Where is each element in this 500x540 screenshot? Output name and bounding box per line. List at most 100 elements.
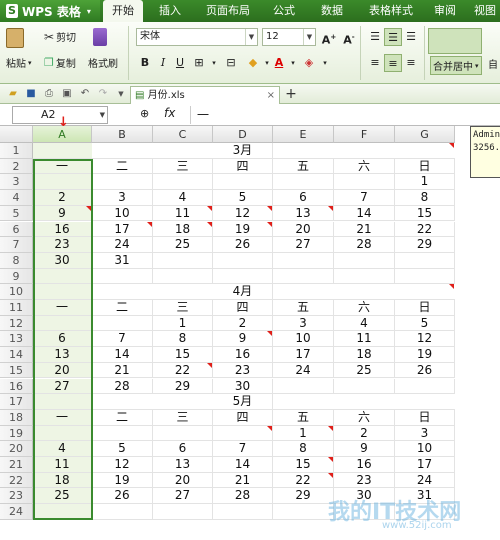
row-header[interactable]: 22	[0, 472, 33, 489]
save-icon[interactable]: ■	[24, 87, 38, 101]
table-cell[interactable]	[153, 143, 213, 159]
table-cell[interactable]: 28	[92, 378, 153, 395]
column-header-e[interactable]: E	[273, 126, 334, 143]
row-header[interactable]: 2	[0, 158, 33, 175]
table-cell[interactable]: 二	[92, 409, 153, 426]
table-cell[interactable]: 24	[92, 237, 153, 253]
table-cell[interactable]: 三	[153, 300, 213, 316]
table-cell[interactable]: 23	[33, 237, 92, 253]
table-cell[interactable]	[153, 268, 213, 285]
table-cell[interactable]: 16	[213, 347, 273, 363]
format-painter-button[interactable]	[93, 28, 107, 46]
table-cell[interactable]: 4	[33, 441, 92, 457]
row-header[interactable]: 15	[0, 362, 33, 379]
table-cell[interactable]	[92, 394, 153, 410]
table-cell[interactable]: 四	[213, 409, 273, 426]
close-icon[interactable]: ×	[267, 87, 275, 104]
comment-marker-icon[interactable]	[267, 425, 272, 431]
comment-marker-icon[interactable]	[207, 362, 212, 368]
table-cell[interactable]: 17	[273, 347, 334, 363]
table-cell[interactable]: 30	[33, 252, 92, 269]
table-cell[interactable]	[273, 143, 334, 159]
table-cell[interactable]	[33, 284, 92, 300]
table-cell[interactable]	[33, 394, 92, 410]
table-cell[interactable]: 21	[334, 221, 395, 238]
table-cell[interactable]: 9	[334, 441, 395, 457]
table-cell[interactable]: 7	[334, 190, 395, 206]
table-cell[interactable]	[153, 252, 213, 269]
comment-marker-icon[interactable]	[328, 472, 333, 478]
new-tab-icon[interactable]: +	[284, 87, 298, 101]
table-cell[interactable]	[273, 394, 334, 410]
column-header-f[interactable]: F	[334, 126, 395, 143]
table-cell[interactable]	[334, 143, 395, 159]
table-cell[interactable]: 8	[153, 331, 213, 348]
tab-formulas[interactable]: 公式	[264, 0, 304, 22]
table-cell[interactable]: 五	[273, 158, 334, 175]
table-cell[interactable]: 3月	[213, 143, 273, 159]
table-cell[interactable]	[334, 268, 395, 285]
table-cell[interactable]: 五	[273, 409, 334, 426]
tab-insert[interactable]: 插入	[148, 0, 192, 22]
table-cell[interactable]: 22	[153, 362, 213, 379]
table-cell[interactable]: 16	[334, 457, 395, 473]
table-cell[interactable]	[395, 284, 455, 300]
table-cell[interactable]	[33, 315, 92, 332]
table-cell[interactable]: 20	[153, 472, 213, 489]
table-cell[interactable]	[33, 268, 92, 285]
row-header[interactable]: 12	[0, 315, 33, 332]
table-cell[interactable]: 5	[395, 315, 455, 332]
table-cell[interactable]: 19	[92, 472, 153, 489]
table-cell[interactable]	[334, 378, 395, 395]
align-bottom-icon[interactable]: ☰	[402, 28, 420, 46]
table-cell[interactable]: 25	[334, 362, 395, 379]
print-icon[interactable]: ⎙	[42, 87, 56, 101]
table-cell[interactable]: 26	[395, 362, 455, 379]
table-cell[interactable]: 23	[334, 472, 395, 489]
underline-button[interactable]: U	[171, 54, 189, 72]
italic-button[interactable]: I	[154, 54, 172, 72]
table-cell[interactable]	[273, 378, 334, 395]
table-cell[interactable]: 3	[395, 425, 455, 442]
table-cell[interactable]: 2	[33, 190, 92, 206]
tab-home[interactable]: 开始	[103, 0, 143, 22]
table-cell[interactable]: 16	[33, 221, 92, 238]
row-header[interactable]: 17	[0, 394, 33, 410]
table-cell[interactable]	[33, 425, 92, 442]
table-cell[interactable]	[273, 504, 334, 520]
app-menu-button[interactable]: S WPS 表格 ▾	[0, 0, 100, 22]
table-cell[interactable]: 17	[395, 457, 455, 473]
row-header[interactable]: 8	[0, 252, 33, 269]
row-header[interactable]: 4	[0, 190, 33, 206]
table-cell[interactable]: 六	[334, 409, 395, 426]
comment-marker-icon[interactable]	[267, 221, 272, 227]
table-cell[interactable]	[273, 174, 334, 191]
table-cell[interactable]: 二	[92, 300, 153, 316]
table-cell[interactable]	[153, 425, 213, 442]
table-cell[interactable]	[395, 143, 455, 159]
print-preview-icon[interactable]: ▣	[60, 87, 74, 101]
auto-wrap-button[interactable]: 自	[488, 56, 498, 71]
comment-marker-icon[interactable]	[86, 205, 91, 211]
formula-input[interactable]: 一	[190, 106, 496, 124]
table-cell[interactable]: 23	[213, 362, 273, 379]
table-cell[interactable]: 11	[33, 457, 92, 473]
table-cell[interactable]	[395, 394, 455, 410]
table-cell[interactable]	[273, 284, 334, 300]
table-cell[interactable]: 一	[33, 158, 92, 175]
table-cell[interactable]: 30	[213, 378, 273, 395]
table-cell[interactable]: 5	[213, 190, 273, 206]
table-cell[interactable]: 22	[395, 221, 455, 238]
table-cell[interactable]: 13	[33, 347, 92, 363]
table-cell[interactable]	[153, 394, 213, 410]
copy-button[interactable]: ❐ 复制	[44, 55, 76, 70]
table-cell[interactable]: 26	[92, 488, 153, 505]
file-tab[interactable]: ▤ 月份.xls ×	[130, 86, 280, 104]
table-cell[interactable]: 六	[334, 158, 395, 175]
tab-review[interactable]: 审阅	[428, 0, 462, 22]
table-cell[interactable]	[213, 425, 273, 442]
table-cell[interactable]	[334, 394, 395, 410]
table-cell[interactable]: 四	[213, 300, 273, 316]
row-header[interactable]: 19	[0, 425, 33, 442]
comment-marker-icon[interactable]	[207, 221, 212, 227]
